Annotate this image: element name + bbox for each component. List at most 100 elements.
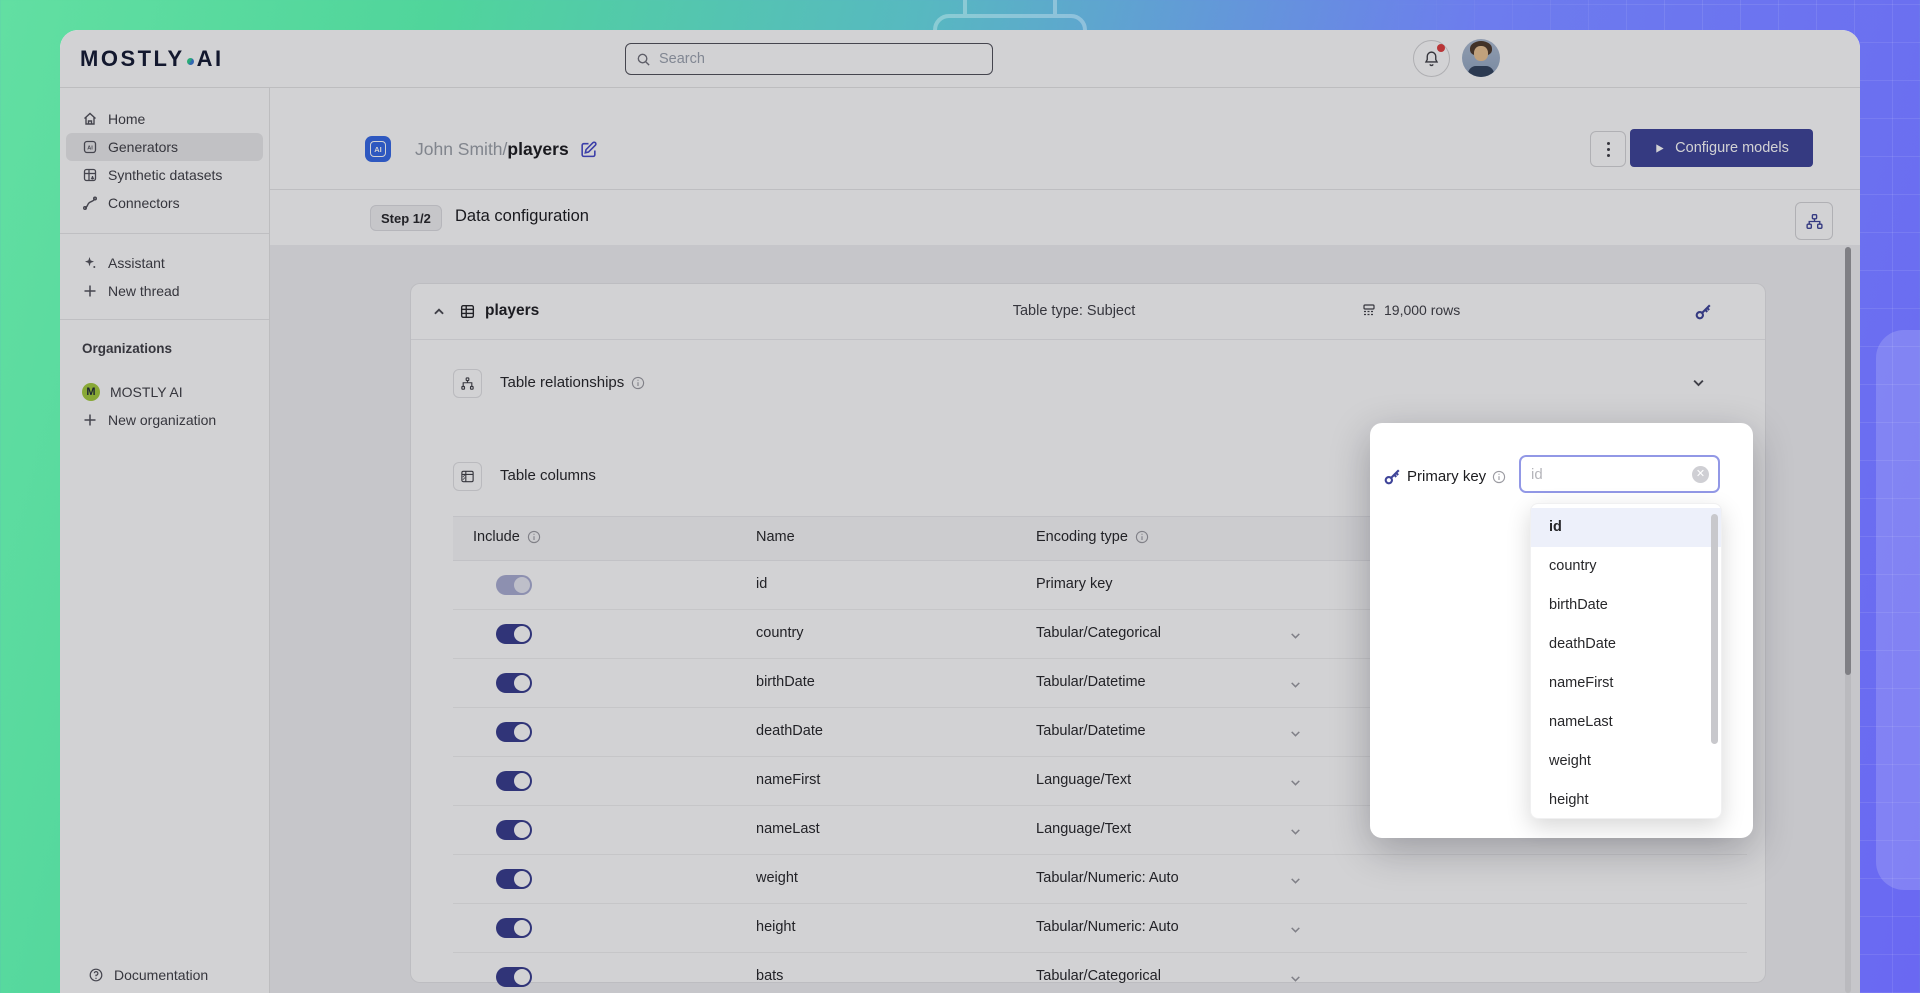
encoding-type-select[interactable]: Tabular/Numeric: Auto — [1036, 855, 1326, 904]
sidebar-item-generators[interactable]: AI Generators — [66, 133, 263, 161]
logo-dot-icon — [187, 58, 194, 65]
encoding-type-select[interactable]: Tabular/Categorical — [1036, 610, 1326, 659]
include-toggle[interactable] — [496, 967, 532, 987]
table-icon — [459, 303, 476, 320]
column-name: nameLast — [756, 821, 820, 837]
encoding-type-select[interactable]: Language/Text — [1036, 806, 1326, 855]
chevron-down-icon — [1289, 678, 1302, 696]
encoding-type-select[interactable]: Language/Text — [1036, 757, 1326, 806]
option-nameLast[interactable]: nameLast — [1531, 703, 1721, 742]
breadcrumb-generator-name: players — [507, 139, 568, 160]
relationships-expand-button[interactable] — [1691, 375, 1706, 395]
column-name: bats — [756, 968, 783, 984]
option-height[interactable]: height — [1531, 781, 1721, 819]
configure-models-button[interactable]: Configure models — [1630, 129, 1813, 167]
chevron-down-icon — [1289, 825, 1302, 843]
info-icon[interactable] — [631, 376, 645, 390]
info-icon[interactable] — [1492, 470, 1506, 484]
option-nameFirst[interactable]: nameFirst — [1531, 664, 1721, 703]
sidebar-item-home[interactable]: Home — [66, 105, 263, 133]
background-blob — [1876, 330, 1920, 890]
sidebar: Home AI Generators Synthetic datasets Co… — [60, 88, 270, 993]
column-name: height — [756, 919, 796, 935]
bell-icon — [1423, 50, 1440, 67]
option-weight[interactable]: weight — [1531, 742, 1721, 781]
sidebar-item-organization-mostly-ai[interactable]: M MOSTLY AI — [66, 378, 263, 406]
rows-icon — [1361, 302, 1377, 318]
chevron-down-icon — [1289, 923, 1302, 941]
page-scrollbar-thumb[interactable] — [1845, 247, 1851, 675]
primary-key-combobox[interactable]: ✕ — [1519, 455, 1720, 493]
include-toggle[interactable] — [496, 673, 532, 693]
option-id[interactable]: id — [1531, 508, 1721, 547]
mostly-ai-logo[interactable]: MOSTLYAI — [80, 46, 224, 72]
encoding-type-select[interactable]: Tabular/Categorical — [1036, 953, 1326, 993]
column-name: country — [756, 625, 804, 641]
option-birthDate[interactable]: birthDate — [1531, 586, 1721, 625]
notifications-button[interactable] — [1413, 40, 1450, 77]
table-type-label: Table type: Subject — [954, 303, 1194, 319]
organizations-heading: Organizations — [60, 338, 269, 358]
info-icon[interactable] — [1135, 530, 1149, 544]
table-row: bats Tabular/Categorical — [453, 953, 1747, 993]
search-input[interactable] — [659, 51, 982, 67]
step-row: Step 1/2 Data configuration — [270, 190, 1860, 245]
table-columns-icon — [460, 469, 475, 484]
table-card-header: players Table type: Subject 19,000 rows — [411, 284, 1765, 340]
include-toggle[interactable] — [496, 722, 532, 742]
column-name: birthDate — [756, 674, 815, 690]
edit-name-icon[interactable] — [579, 140, 598, 159]
app-header: MOSTLYAI — [60, 30, 1860, 88]
relationships-section-icon — [453, 369, 482, 398]
breadcrumb-owner: John Smith/ — [415, 139, 507, 160]
info-icon[interactable] — [527, 530, 541, 544]
sidebar-item-synthetic-datasets[interactable]: Synthetic datasets — [66, 161, 263, 189]
sidebar-item-new-organization[interactable]: New organization — [66, 406, 263, 434]
include-toggle[interactable] — [496, 771, 532, 791]
step-title: Data configuration — [455, 207, 589, 226]
table-relationships-toggle[interactable]: Table relationships — [500, 374, 645, 391]
sidebar-item-assistant[interactable]: Assistant — [66, 249, 263, 277]
sidebar-divider — [60, 233, 269, 234]
sidebar-item-new-thread[interactable]: New thread — [66, 277, 263, 305]
model-tree-view-button[interactable] — [1795, 202, 1833, 240]
search-icon — [636, 52, 651, 67]
include-column-header: Include — [473, 529, 541, 545]
table-row: weight Tabular/Numeric: Auto — [453, 855, 1747, 904]
encoding-value: Primary key — [1036, 576, 1113, 592]
include-toggle[interactable] — [496, 918, 532, 938]
encoding-type-select[interactable]: Tabular/Numeric: Auto — [1036, 904, 1326, 953]
collapse-table-button[interactable] — [427, 300, 451, 324]
column-name: weight — [756, 870, 798, 886]
include-toggle[interactable] — [496, 820, 532, 840]
primary-key-popover: Primary key ✕ id country birthDate death… — [1370, 423, 1753, 838]
sidebar-item-connectors[interactable]: Connectors — [66, 189, 263, 217]
key-icon — [1693, 301, 1714, 322]
include-toggle[interactable] — [496, 869, 532, 889]
dropdown-scrollbar-thumb[interactable] — [1711, 514, 1718, 744]
column-name: nameFirst — [756, 772, 820, 788]
encoding-type-select[interactable]: Tabular/Datetime — [1036, 708, 1326, 757]
chevron-down-icon — [1289, 727, 1302, 745]
include-toggle[interactable] — [496, 624, 532, 644]
option-deathDate[interactable]: deathDate — [1531, 625, 1721, 664]
option-country[interactable]: country — [1531, 547, 1721, 586]
more-actions-button[interactable] — [1590, 131, 1626, 167]
encoding-column-header: Encoding type — [1036, 529, 1149, 545]
include-toggle[interactable] — [496, 575, 532, 595]
primary-key-input[interactable] — [1521, 457, 1718, 491]
sidebar-item-documentation[interactable]: Documentation — [72, 961, 257, 989]
table-columns-heading: Table columns — [500, 467, 596, 484]
table-title: players — [485, 302, 539, 320]
encoding-type-select[interactable]: Tabular/Datetime — [1036, 659, 1326, 708]
sidebar-divider — [60, 319, 269, 320]
user-avatar[interactable] — [1462, 39, 1500, 77]
clear-input-icon[interactable]: ✕ — [1692, 466, 1709, 483]
row-count: 19,000 rows — [1361, 302, 1460, 318]
primary-key-button[interactable] — [1693, 301, 1714, 327]
name-column-header: Name — [756, 529, 795, 545]
chevron-down-icon — [1289, 972, 1302, 990]
key-icon — [1382, 466, 1403, 492]
global-search[interactable] — [625, 43, 993, 75]
tree-icon — [1805, 212, 1824, 231]
